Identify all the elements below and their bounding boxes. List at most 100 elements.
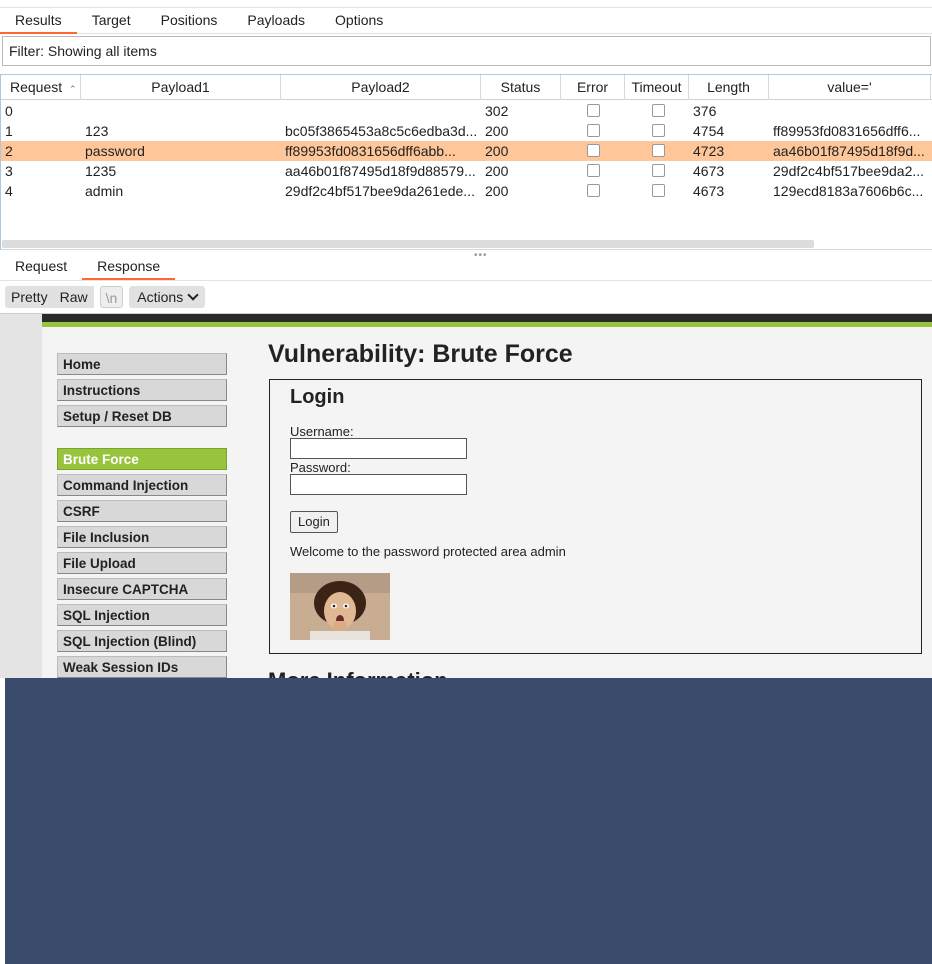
cell-request: 0: [5, 103, 13, 119]
cell-length: 4673: [693, 163, 725, 179]
timeout-checkbox: [652, 104, 665, 117]
tab-options[interactable]: Options: [320, 8, 398, 34]
table-row[interactable]: 4 admin 29df2c4bf517bee9da261ede... 200 4673…: [1, 181, 932, 201]
username-label: Username:: [290, 424, 354, 439]
timeout-checkbox: [652, 184, 665, 197]
menu-item-file-upload[interactable]: File Upload: [57, 552, 227, 574]
column-header-status[interactable]: Status: [481, 75, 561, 100]
more-information-heading: More Information: [268, 668, 448, 678]
cell-length: 4754: [693, 123, 725, 139]
error-checkbox: [587, 124, 600, 137]
menu-item-weak-session-ids[interactable]: Weak Session IDs: [57, 656, 227, 678]
timeout-checkbox: [652, 164, 665, 177]
raw-button[interactable]: Raw: [53, 286, 94, 308]
sort-asc-icon: ⌃: [69, 84, 77, 94]
cell-payload1: 1235: [85, 163, 117, 179]
column-header-payload1[interactable]: Payload1: [81, 75, 281, 100]
cell-payload1: [85, 101, 277, 121]
menu-item-sql-injection[interactable]: SQL Injection: [57, 604, 227, 626]
tab-results[interactable]: Results: [0, 8, 77, 34]
username-field[interactable]: [290, 438, 467, 459]
table-row[interactable]: 1 123 bc05f3865453a8c5c6edba3d... 200 4754 ff…: [1, 121, 932, 141]
cell-payload1: admin: [85, 183, 124, 199]
table-header: Request ⌃ Payload1 Payload2 Status Error…: [1, 75, 932, 100]
cell-payload1: password: [85, 143, 145, 159]
cell-request: 4: [5, 183, 13, 199]
actions-label: Actions: [137, 289, 184, 305]
cell-status: 200: [485, 143, 509, 159]
dvwa-header-bar: [42, 314, 932, 322]
column-header-error[interactable]: Error: [561, 75, 625, 100]
column-header-request[interactable]: Request ⌃: [1, 75, 81, 100]
column-header-value[interactable]: value=': [769, 75, 931, 100]
menu-item-command-injection[interactable]: Command Injection: [57, 474, 227, 496]
table-row[interactable]: 2 password ff89953fd0831656dff6abb... 200 47…: [1, 141, 932, 161]
tab-positions[interactable]: Positions: [146, 8, 233, 34]
request-response-tabs: Request Response: [0, 255, 932, 281]
cell-payload2: bc05f3865453a8c5c6edba3d...: [285, 123, 478, 139]
column-header-payload2[interactable]: Payload2: [281, 75, 481, 100]
timeout-checkbox: [652, 124, 665, 137]
menu-item-file-inclusion[interactable]: File Inclusion: [57, 526, 227, 548]
column-header-timeout[interactable]: Timeout: [625, 75, 689, 100]
horizontal-scrollbar[interactable]: [2, 240, 814, 248]
menu-item-instructions[interactable]: Instructions: [57, 379, 227, 401]
avatar-photo-icon: [290, 573, 390, 640]
cell-payload2: ff89953fd0831656dff6abb...: [285, 143, 456, 159]
top-tab-bar: Results Target Positions Payloads Option…: [0, 7, 932, 34]
menu-item-brute-force[interactable]: Brute Force: [57, 448, 227, 470]
page-title: Vulnerability: Brute Force: [268, 340, 573, 368]
timeout-checkbox: [652, 144, 665, 157]
tab-request[interactable]: Request: [0, 255, 82, 280]
login-button[interactable]: Login: [290, 511, 338, 533]
cell-value: [773, 101, 931, 121]
pretty-button[interactable]: Pretty: [5, 286, 54, 308]
cell-status: 302: [485, 103, 509, 119]
cell-value: ff89953fd0831656dff6...: [773, 123, 921, 139]
cell-request: 1: [5, 123, 13, 139]
menu-item-csrf[interactable]: CSRF: [57, 500, 227, 522]
cell-status: 200: [485, 163, 509, 179]
cell-payload1: 123: [85, 123, 109, 139]
error-checkbox: [587, 164, 600, 177]
menu-item-sql-injection-blind[interactable]: SQL Injection (Blind): [57, 630, 227, 652]
chevron-down-icon: [187, 289, 199, 301]
view-mode-bar: Pretty Raw Render \n Actions: [5, 286, 932, 964]
column-header-length[interactable]: Length: [689, 75, 769, 100]
menu-item-setup-reset-db[interactable]: Setup / Reset DB: [57, 405, 227, 427]
table-row[interactable]: 0 302 376: [1, 101, 932, 121]
cell-request: 2: [5, 143, 13, 159]
newline-toggle-button[interactable]: \n: [99, 286, 124, 308]
menu-item-home[interactable]: Home: [57, 353, 227, 375]
tab-target[interactable]: Target: [77, 8, 146, 34]
error-checkbox: [587, 104, 600, 117]
cell-payload2: 29df2c4bf517bee9da261ede...: [285, 183, 475, 199]
cell-payload2: aa46b01f87495d18f9d88579...: [285, 163, 476, 179]
menu-item-insecure-captcha[interactable]: Insecure CAPTCHA: [57, 578, 227, 600]
tab-response[interactable]: Response: [82, 255, 176, 280]
welcome-message: Welcome to the password protected area a…: [290, 544, 566, 559]
render-pane: Home Instructions Setup / Reset DB Brute Fo…: [0, 313, 932, 678]
table-row[interactable]: 3 1235 aa46b01f87495d18f9d88579... 200 4673 2…: [1, 161, 932, 181]
column-header-label: Request: [10, 79, 63, 95]
cell-length: 4723: [693, 143, 725, 159]
error-checkbox: [587, 144, 600, 157]
cell-value: 129ecd8183a7606b6c...: [773, 183, 924, 199]
actions-dropdown[interactable]: Actions: [129, 286, 206, 308]
cell-request: 3: [5, 163, 13, 179]
cell-payload2: [285, 101, 479, 121]
cell-status: 200: [485, 123, 509, 139]
cell-value: 29df2c4bf517bee9da2...: [773, 163, 925, 179]
password-label: Password:: [290, 460, 351, 475]
cell-length: 376: [693, 103, 717, 119]
error-checkbox: [587, 184, 600, 197]
results-table: Request ⌃ Payload1 Payload2 Status Error…: [0, 74, 932, 250]
tab-payloads[interactable]: Payloads: [232, 8, 320, 34]
cell-value: aa46b01f87495d18f9d...: [773, 143, 925, 159]
password-field[interactable]: [290, 474, 467, 495]
filter-bar[interactable]: Filter: Showing all items: [2, 36, 931, 66]
user-avatar: [290, 573, 390, 640]
login-heading: Login: [290, 386, 345, 408]
cell-status: 200: [485, 183, 509, 199]
login-box: Login Username: Password: Login Welcome …: [269, 379, 922, 654]
